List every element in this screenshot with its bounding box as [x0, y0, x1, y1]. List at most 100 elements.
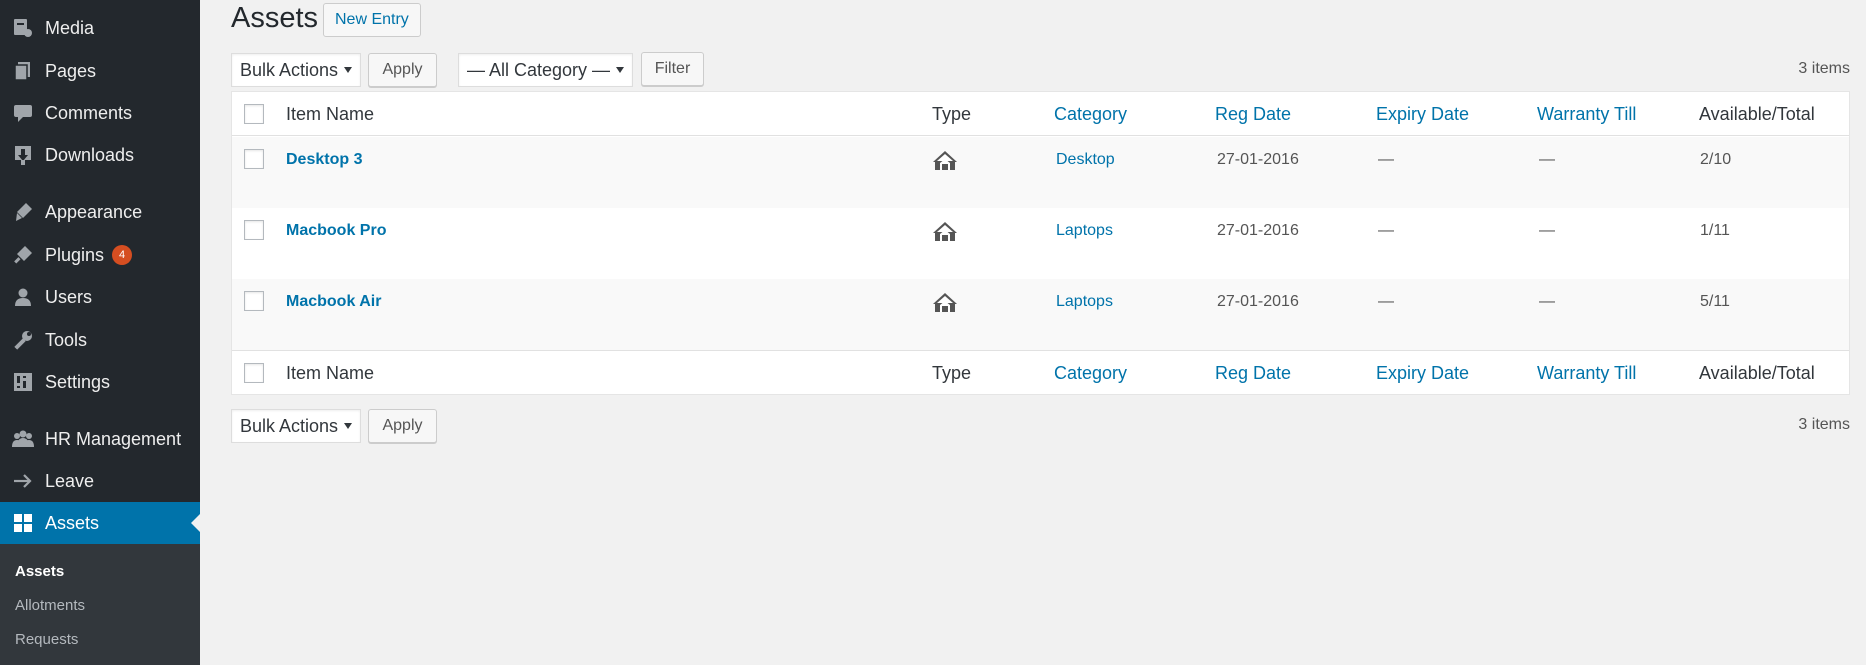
item-name-link[interactable]: Macbook Pro [286, 222, 386, 240]
sidebar-item-appearance[interactable]: Appearance [0, 191, 200, 233]
apply-button-top[interactable]: Apply [368, 53, 437, 87]
users-icon [10, 285, 36, 309]
sidebar-item-label: Comments [45, 102, 133, 123]
column-header-expiry-date[interactable]: Expiry Date [1376, 104, 1469, 125]
sidebar-item-users[interactable]: Users [0, 276, 200, 318]
asset-type-icon [932, 221, 958, 243]
column-header-warranty-till[interactable]: Warranty Till [1537, 363, 1636, 384]
column-header-available-total: Available/Total [1699, 104, 1815, 124]
reg-date-value: 27-01-2016 [1217, 151, 1299, 168]
sidebar-item-pages[interactable]: Pages [0, 50, 200, 92]
main-content: Assets New Entry Bulk Actions Apply — Al… [200, 0, 1866, 665]
column-header-available-total: Available/Total [1699, 363, 1815, 383]
table-row: Macbook Air Laptops 27-01-2016 — — 5/11 [232, 279, 1849, 350]
sidebar-item-comments[interactable]: Comments [0, 92, 200, 134]
column-header-reg-date[interactable]: Reg Date [1215, 104, 1291, 125]
bulk-actions-select-top[interactable]: Bulk Actions [231, 53, 361, 87]
sidebar-item-leave[interactable]: Leave [0, 460, 200, 502]
sidebar-item-label: Downloads [45, 144, 135, 165]
warranty-till-value: — [1539, 222, 1555, 239]
sidebar-item-label: Assets [45, 512, 100, 533]
tools-icon [10, 328, 36, 352]
column-header-expiry-date[interactable]: Expiry Date [1376, 363, 1469, 384]
plugins-update-count-badge: 4 [112, 245, 133, 265]
expiry-date-value: — [1378, 151, 1394, 168]
column-header-type: Type [932, 104, 972, 124]
column-header-category[interactable]: Category [1054, 363, 1127, 384]
admin-sidebar: Media Pages Comments Downloads Appearanc… [0, 0, 200, 665]
category-link[interactable]: Laptops [1056, 222, 1113, 240]
table-row: Macbook Pro Laptops 27-01-2016 — — 1/11 [232, 208, 1849, 279]
column-header-item-name: Item Name [286, 104, 375, 124]
leave-arrow-icon [10, 469, 36, 493]
category-link[interactable]: Laptops [1056, 293, 1113, 311]
media-icon [10, 16, 36, 40]
available-total-value: 5/11 [1700, 293, 1730, 310]
submenu-item-assets[interactable]: Assets [15, 563, 64, 580]
sidebar-item-tools[interactable]: Tools [0, 319, 200, 361]
sidebar-item-label: Pages [45, 60, 97, 81]
category-filter-select[interactable]: — All Category — [458, 53, 633, 87]
row-checkbox[interactable] [244, 220, 264, 240]
column-header-reg-date[interactable]: Reg Date [1215, 363, 1291, 384]
assets-submenu: Assets Allotments Requests [0, 544, 200, 665]
select-all-checkbox-footer[interactable] [244, 363, 264, 383]
row-checkbox[interactable] [244, 149, 264, 169]
column-header-warranty-till[interactable]: Warranty Till [1537, 104, 1636, 125]
sidebar-item-plugins[interactable]: Plugins 4 [0, 234, 200, 276]
sidebar-item-label: Tools [45, 329, 88, 350]
sidebar-item-assets[interactable]: Assets [0, 502, 200, 544]
reg-date-value: 27-01-2016 [1217, 293, 1299, 310]
hr-management-icon [10, 427, 36, 451]
sidebar-item-downloads[interactable]: Downloads [0, 134, 200, 176]
sidebar-item-hr-management[interactable]: HR Management [0, 418, 200, 460]
current-menu-arrow [191, 514, 200, 532]
table-footer-row: Item Name Type Category Reg Date Expiry … [232, 350, 1849, 395]
page-title: Assets [231, 2, 319, 34]
bulk-actions-value: Bulk Actions [240, 60, 339, 80]
items-count-top: 3 items [1798, 60, 1850, 77]
item-name-link[interactable]: Macbook Air [286, 293, 381, 311]
submenu-item-requests[interactable]: Requests [15, 631, 78, 648]
asset-type-icon [932, 150, 958, 172]
sidebar-item-settings[interactable]: Settings [0, 361, 200, 403]
column-header-type: Type [932, 363, 972, 383]
assets-grid-icon [10, 511, 36, 535]
bulk-actions-value: Bulk Actions [240, 416, 339, 436]
sidebar-item-media[interactable]: Media [0, 7, 200, 49]
sidebar-item-label: Leave [45, 470, 95, 491]
submenu-item-allotments[interactable]: Allotments [15, 597, 85, 614]
table-row: Desktop 3 Desktop 27-01-2016 — — 2/10 [232, 137, 1849, 208]
column-header-category[interactable]: Category [1054, 104, 1127, 125]
filter-button[interactable]: Filter [641, 52, 704, 86]
sidebar-item-label: Settings [45, 371, 111, 392]
sidebar-item-label: HR Management [45, 428, 182, 449]
expiry-date-value: — [1378, 222, 1394, 239]
item-name-link[interactable]: Desktop 3 [286, 151, 362, 169]
category-filter-value: — All Category — [467, 60, 611, 80]
warranty-till-value: — [1539, 293, 1555, 310]
downloads-icon [10, 143, 36, 167]
appearance-icon [10, 200, 36, 224]
warranty-till-value: — [1539, 151, 1555, 168]
comments-icon [10, 101, 36, 125]
bulk-actions-select-bottom[interactable]: Bulk Actions [231, 409, 361, 443]
expiry-date-value: — [1378, 293, 1394, 310]
new-entry-button[interactable]: New Entry [323, 3, 421, 37]
category-link[interactable]: Desktop [1056, 151, 1115, 169]
plugins-icon [10, 243, 36, 267]
settings-icon [10, 370, 36, 394]
select-all-checkbox[interactable] [244, 104, 264, 124]
chevron-down-icon [616, 67, 624, 73]
assets-table: Item Name Type Category Reg Date Expiry … [231, 91, 1850, 395]
asset-type-icon [932, 292, 958, 314]
sidebar-item-label: Appearance [45, 201, 143, 222]
chevron-down-icon [344, 67, 352, 73]
apply-button-bottom[interactable]: Apply [368, 409, 437, 443]
column-header-item-name: Item Name [286, 363, 375, 383]
sidebar-item-label: Users [45, 286, 93, 307]
sidebar-item-label: Media [45, 17, 95, 38]
table-header-row: Item Name Type Category Reg Date Expiry … [232, 92, 1849, 136]
row-checkbox[interactable] [244, 291, 264, 311]
available-total-value: 2/10 [1700, 151, 1732, 168]
